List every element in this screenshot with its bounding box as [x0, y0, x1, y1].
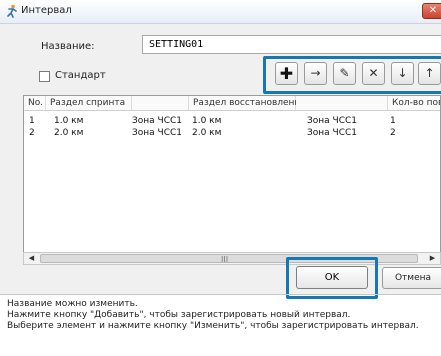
table-header-divider — [24, 110, 440, 111]
window-title: Интервал — [21, 5, 72, 16]
col-header-sprint-zone[interactable] — [132, 96, 189, 110]
table-cell[interactable]: Зона ЧСС1 — [307, 116, 357, 126]
edit-button[interactable]: ✎ — [333, 62, 356, 85]
cancel-button[interactable]: Отмена — [382, 267, 441, 289]
table-cell[interactable]: 1 — [29, 116, 35, 126]
standard-checkbox[interactable] — [39, 71, 50, 82]
delete-button[interactable]: ✕ — [362, 62, 385, 85]
col-header-sprint[interactable]: Раздел спринта — [46, 96, 132, 110]
help-line: Выберите элемент и нажмите кнопку "Измен… — [7, 321, 419, 331]
table-cell[interactable]: Зона ЧСС1 — [132, 116, 182, 126]
scroll-grip-icon: III — [221, 255, 229, 264]
help-line: Нажмите кнопку "Добавить", чтобы зарегис… — [7, 310, 351, 320]
table-cell[interactable]: 2 — [390, 128, 396, 138]
add-button[interactable]: ✚ — [275, 62, 298, 85]
col-header-recovery-zone[interactable] — [296, 96, 388, 110]
name-input[interactable] — [142, 35, 441, 54]
runner-icon — [7, 4, 17, 18]
table-cell[interactable]: 2.0 км — [192, 128, 221, 138]
col-header-no[interactable]: No. — [24, 96, 46, 110]
standard-checkbox-label: Стандарт — [55, 70, 106, 81]
interval-table[interactable]: No. Раздел спринта Раздел восстановления… — [23, 95, 441, 258]
table-cell[interactable]: Зона ЧСС1 — [132, 128, 182, 138]
name-label: Название: — [41, 41, 95, 52]
table-cell[interactable]: 1.0 км — [54, 116, 83, 126]
table-cell[interactable]: 2.0 км — [54, 128, 83, 138]
scroll-right-icon[interactable]: ▶ — [426, 253, 439, 264]
move-up-button[interactable]: ↑ — [418, 62, 441, 85]
move-down-button[interactable]: ↓ — [391, 62, 414, 85]
scroll-left-icon[interactable]: ◀ — [25, 253, 38, 264]
close-button[interactable]: ✕ — [422, 3, 441, 19]
table-cell[interactable]: 2 — [29, 128, 35, 138]
table-cell[interactable]: 1 — [390, 116, 396, 126]
divider — [0, 294, 441, 295]
horizontal-scrollbar[interactable]: ◀ III ▶ — [23, 252, 441, 265]
ok-button[interactable]: OK — [296, 266, 368, 289]
col-header-repeats[interactable]: Кол-во повтор — [388, 96, 440, 110]
help-line: Название можно изменить. — [7, 299, 138, 309]
insert-right-button[interactable]: → — [304, 62, 327, 85]
title-bar: Интервал ✕ — [0, 0, 441, 24]
table-cell[interactable]: 1.0 км — [192, 116, 221, 126]
help-text: Название можно изменить. Нажмите кнопку … — [7, 299, 441, 332]
table-cell[interactable]: Зона ЧСС1 — [307, 128, 357, 138]
col-header-recovery[interactable]: Раздел восстановления — [189, 96, 306, 110]
